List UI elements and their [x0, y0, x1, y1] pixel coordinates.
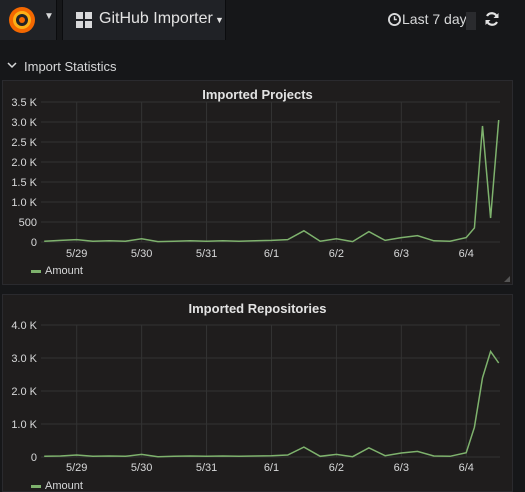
x-tick-label: 6/1: [264, 248, 279, 260]
x-tick-label: 5/29: [66, 248, 87, 260]
time-range-picker[interactable]: Last 7 day...: [380, 0, 480, 40]
grafana-menu-button[interactable]: ▼: [0, 0, 57, 40]
x-tick-label: 6/1: [264, 462, 279, 474]
legend-item[interactable]: Amount: [31, 480, 83, 492]
x-tick-label: 5/29: [66, 462, 87, 474]
panel-resize-handle[interactable]: [504, 276, 510, 282]
imported-projects-chart: 0 500 1.0 K 1.5 K 2.0 K 2.5 K 3.0 K 3.5 K 5/29 5/…: [11, 97, 500, 260]
x-tick-label: 6/4: [459, 248, 474, 260]
legend-swatch: [31, 484, 41, 488]
x-tick-label: 6/4: [459, 462, 474, 474]
legend-label: Amount: [45, 480, 83, 492]
imported-repositories-chart: 0 1.0 K 2.0 K 3.0 K 4.0 K 5/29 5/30 5/31 6/1 6/2 6…: [11, 320, 500, 474]
y-tick-label: 4.0 K: [11, 320, 37, 332]
y-tick-label: 1.5 K: [11, 177, 37, 189]
legend-swatch: [31, 269, 41, 273]
legend-item[interactable]: Amount: [31, 265, 83, 277]
chevron-down-icon: ▼: [215, 15, 224, 25]
top-navbar: ▼ GitHub Importer ▼ Last 7 day...: [0, 0, 525, 40]
y-tick-label: 3.0 K: [11, 353, 37, 365]
y-tick-label: 2.0 K: [11, 386, 37, 398]
x-tick-label: 6/3: [394, 248, 409, 260]
chevron-down-icon: [7, 62, 17, 69]
y-tick-label: 1.0 K: [11, 197, 37, 209]
grafana-logo-icon: [9, 7, 35, 33]
x-tick-label: 6/3: [394, 462, 409, 474]
x-tick-label: 6/2: [329, 248, 344, 260]
y-tick-label: 3.0 K: [11, 117, 37, 129]
y-tick-label: 2.0 K: [11, 157, 37, 169]
imported-projects-panel: Imported Projects 0 500 1.0 K 1.5 K 2.0 K 2.5…: [2, 80, 513, 285]
y-tick-label: 0: [31, 237, 37, 249]
x-tick-label: 5/30: [131, 248, 152, 260]
y-tick-label: 500: [19, 217, 37, 229]
time-range-fade: [466, 12, 476, 30]
y-tick-label: 1.0 K: [11, 419, 37, 431]
x-tick-label: 6/2: [329, 462, 344, 474]
refresh-icon: [485, 12, 499, 26]
x-tick-label: 5/31: [196, 462, 217, 474]
dashboard-grid-icon: [76, 12, 92, 28]
chevron-down-icon: ▼: [44, 11, 54, 22]
x-tick-label: 5/31: [196, 248, 217, 260]
dashboard-title: GitHub Importer: [99, 10, 213, 27]
legend-label: Amount: [45, 265, 83, 277]
row-title: Import Statistics: [24, 59, 117, 74]
dashboard-picker-button[interactable]: GitHub Importer ▼: [62, 0, 226, 40]
refresh-button[interactable]: [478, 0, 506, 40]
y-tick-label: 0: [31, 452, 37, 464]
y-tick-label: 3.5 K: [11, 97, 37, 109]
x-tick-label: 5/30: [131, 462, 152, 474]
imported-repositories-panel: Imported Repositories 0 1.0 K 2.0 K 3.0 K 4.…: [2, 294, 513, 492]
row-header[interactable]: Import Statistics: [0, 54, 525, 78]
clock-icon: [388, 13, 401, 26]
y-tick-label: 2.5 K: [11, 137, 37, 149]
